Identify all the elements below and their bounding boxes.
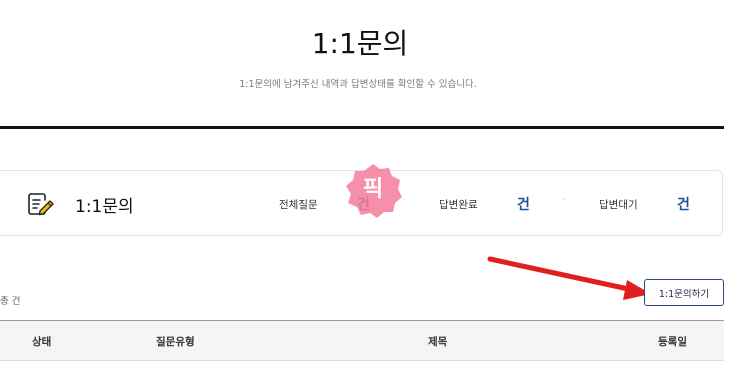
section-divider xyxy=(0,126,724,129)
column-status: 상태 xyxy=(32,336,52,348)
notepad-pencil-icon xyxy=(28,193,54,216)
red-arrow-annotation xyxy=(487,256,651,300)
svg-text:픽: 픽 xyxy=(363,177,383,202)
summary-title: 1:1문의 xyxy=(75,197,134,217)
inquire-button[interactable]: 1:1문의하기 xyxy=(644,279,724,306)
stat-total-label: 전체질문 xyxy=(279,199,318,211)
stat-waiting-value: 건 xyxy=(677,197,690,213)
inquiry-count: 총 건 xyxy=(0,296,21,307)
watermark-badge: 픽 xyxy=(346,164,402,218)
column-question-type: 질문유형 xyxy=(156,336,195,348)
page-subtitle: 1:1문의에 남겨주신 내역과 답변상태를 확인할 수 있습니다. xyxy=(239,79,477,90)
page-title: 1:1문의 xyxy=(311,27,409,60)
stat-waiting-label: 답변대기 xyxy=(599,199,638,211)
stat-answered-label: 답변완료 xyxy=(439,199,478,211)
stat-answered-value: 건 xyxy=(517,197,530,213)
table-header: 상태 질문유형 제목 등록일 xyxy=(0,320,724,361)
column-title: 제목 xyxy=(428,336,448,348)
stat-separator: · xyxy=(563,195,567,206)
column-registered-date: 등록일 xyxy=(658,336,687,348)
